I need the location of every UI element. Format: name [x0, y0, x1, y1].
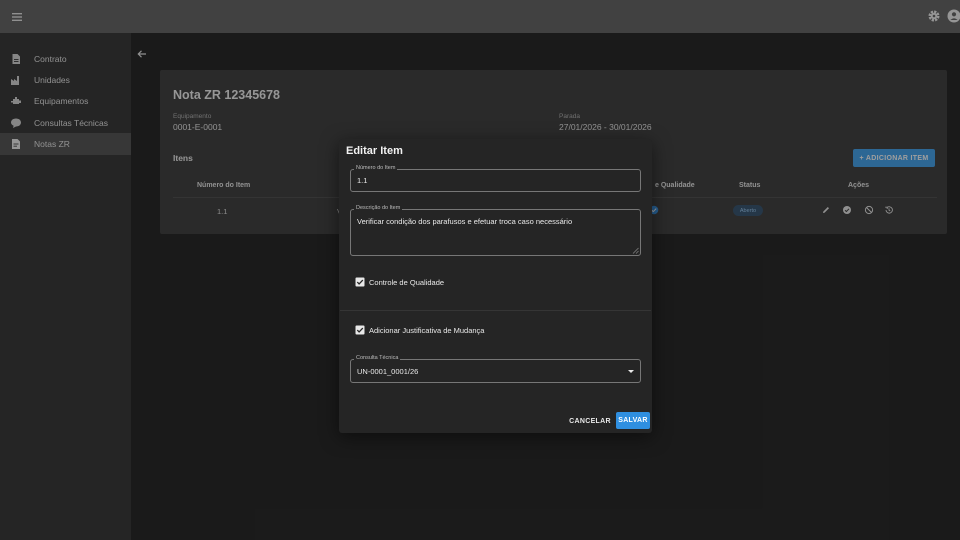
- dialog-title: Editar Item: [346, 145, 403, 157]
- quality-control-checkbox[interactable]: [355, 277, 365, 287]
- save-button[interactable]: SALVAR: [616, 412, 650, 429]
- item-description-label: Descrição do Item: [354, 205, 403, 211]
- item-description-value: Verificar condição dos parafusos e efetu…: [357, 217, 573, 226]
- resize-handle-icon[interactable]: [632, 247, 639, 254]
- cancel-button[interactable]: CANCELAR: [567, 414, 613, 429]
- quality-control-label: Controle de Qualidade: [369, 278, 445, 287]
- chevron-down-icon[interactable]: [627, 369, 635, 374]
- dialog-divider: [340, 310, 651, 311]
- item-number-label: Número do Item: [354, 165, 398, 171]
- change-justification-label: Adicionar Justificativa de Mudança: [369, 326, 485, 335]
- technical-consultation-label: Consulta Técnica: [354, 355, 401, 361]
- change-justification-checkbox[interactable]: [355, 325, 365, 335]
- item-number-field[interactable]: [350, 169, 641, 192]
- item-number-value: 1.1: [357, 176, 368, 185]
- technical-consultation-value: UN-0001_0001/26: [357, 367, 419, 376]
